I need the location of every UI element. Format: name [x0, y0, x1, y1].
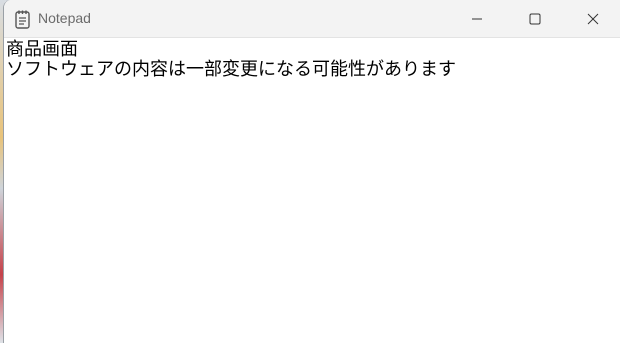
notepad-window: Notepad 商品画面 ソフトウェアの内容は一部変更になる可能性があります [3, 0, 620, 343]
text-editor-area[interactable]: 商品画面 ソフトウェアの内容は一部変更になる可能性があります [4, 39, 620, 343]
text-line-1: 商品画面 [6, 39, 78, 60]
title-bar[interactable]: Notepad [4, 0, 620, 38]
minimize-icon [472, 18, 482, 20]
close-button[interactable] [564, 0, 620, 38]
close-icon [587, 13, 599, 25]
minimize-button[interactable] [448, 0, 506, 38]
notepad-icon [14, 9, 32, 29]
window-title: Notepad [38, 10, 91, 26]
maximize-button[interactable] [506, 0, 564, 38]
maximize-icon [529, 13, 541, 25]
text-line-2: ソフトウェアの内容は一部変更になる可能性があります [6, 59, 456, 80]
